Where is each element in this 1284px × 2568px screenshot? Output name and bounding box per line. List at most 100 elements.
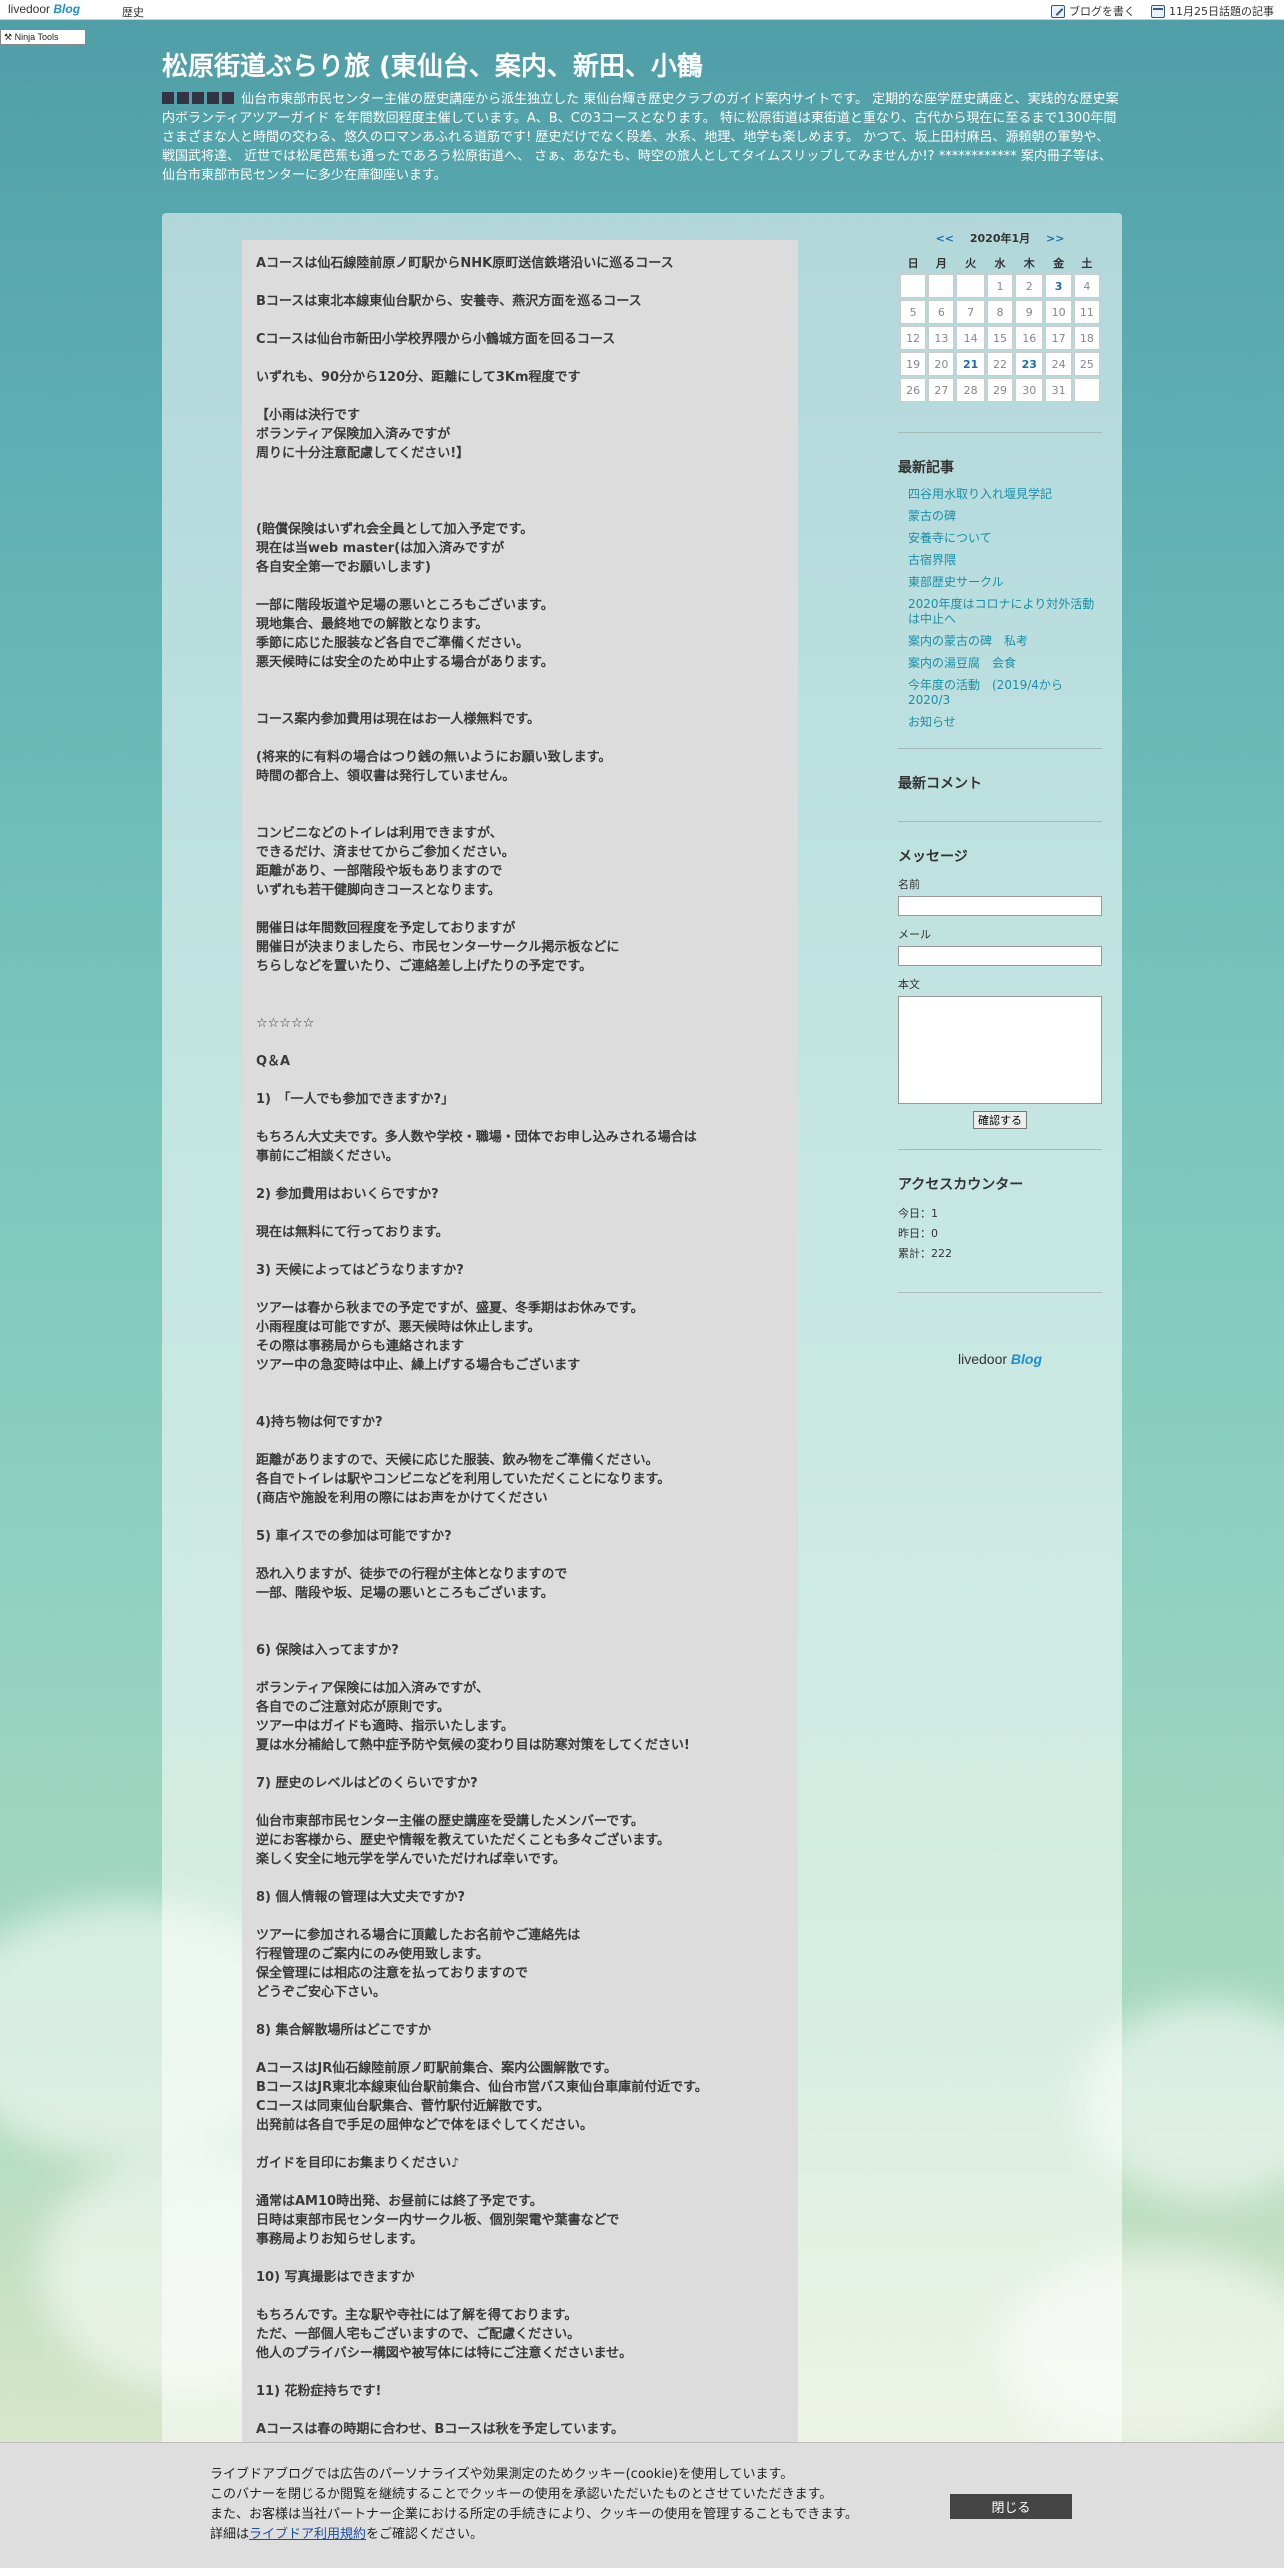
- calendar-day: 26: [900, 378, 927, 402]
- calendar-day: 8: [986, 300, 1014, 324]
- calendar-week: 26 27 28 29 30 31: [900, 378, 1100, 402]
- calendar-month: 2020年1月: [969, 232, 1031, 245]
- calendar-day[interactable]: 23: [1015, 352, 1044, 376]
- article-paragraph: [256, 463, 784, 482]
- article-paragraph: いずれも若干健脚向きコースとなります。: [256, 883, 501, 898]
- counter-yesterday: 昨日：0: [898, 1227, 938, 1240]
- recent-post-link[interactable]: 案内の蒙古の碑 私考: [908, 634, 1102, 649]
- cookie-close-button[interactable]: 閉じる: [950, 2494, 1072, 2519]
- article-paragraph: 悪天候時には安全のため中止する場合があります。: [256, 655, 554, 670]
- recent-post-link[interactable]: 古宿界隈: [908, 553, 1102, 568]
- calendar-day: 27: [928, 378, 955, 402]
- article-paragraph: [256, 387, 784, 406]
- article-paragraph: BコースはJR東北本線東仙台駅前集合、仙台市営バス東仙台車庫前付近です。: [256, 2080, 708, 2095]
- ninja-tools-badge[interactable]: ⚒ Ninja Tools: [0, 29, 86, 45]
- calendar-day: 30: [1015, 378, 1044, 402]
- calendar-weekday: 月: [935, 257, 947, 270]
- article-paragraph: 日時は東部市民センター内サークル板、個別架電や葉書などで: [256, 2213, 620, 2228]
- recent-post-link[interactable]: お知らせ: [908, 715, 1102, 730]
- blog-description: 仙台市東部市民センター主催の歴史講座から派生独立した 東仙台輝き歴史クラブのガイ…: [162, 90, 1122, 185]
- article-paragraph: [256, 1166, 784, 1185]
- article-paragraph: どうぞご安心下さい。: [256, 1985, 387, 2000]
- article-paragraph: 距離があり、一部階段や坂もありますので: [256, 864, 503, 879]
- article-paragraph: ボランティア保険加入済みですが: [256, 427, 451, 442]
- confirm-button[interactable]: 確認する: [973, 1111, 1027, 1129]
- calendar-day: 10: [1045, 300, 1072, 324]
- recent-post-link[interactable]: 2020年度はコロナにより対外活動は中止へ: [908, 597, 1102, 627]
- article-paragraph: いずれも、90分から120分、距離にして3Km程度です: [256, 370, 581, 385]
- article-paragraph: 楽しく安全に地元学を学んでいただければ幸いです。: [256, 1852, 566, 1867]
- calendar-day: 15: [986, 326, 1014, 350]
- trending-articles-link[interactable]: 11月25日話題の記事: [1151, 3, 1274, 19]
- logo-blog-text: Blog: [53, 2, 81, 16]
- article-paragraph: ツアー中はガイドも適時、指示いたします。: [256, 1719, 514, 1734]
- article-paragraph: [256, 2173, 784, 2192]
- cookie-line-suffix: をご確認ください。: [366, 2527, 484, 2542]
- message-body-field[interactable]: [898, 996, 1102, 1104]
- article-paragraph: [256, 349, 784, 368]
- email-field[interactable]: [898, 946, 1102, 966]
- article-paragraph: 開催日は年間数回程度を予定しておりますが: [256, 921, 516, 936]
- article-paragraph: Cコースは仙台市新田小学校界隈から小鶴城方面を回るコース: [256, 332, 616, 347]
- counter-today: 今日：1: [898, 1207, 938, 1220]
- article-paragraph: AコースはJR仙石線陸前原ノ町駅前集合、案内公園解散です。: [256, 2061, 617, 2076]
- recent-post-link[interactable]: 今年度の活動 (2019/4から2020/3: [908, 678, 1102, 708]
- article-paragraph: 仙台市東部市民センター主催の歴史講座を受講したメンバーです。: [256, 1814, 644, 1829]
- article-paragraph: [256, 1869, 784, 1888]
- calendar-weekday: 火: [965, 257, 977, 270]
- recent-post-link[interactable]: 東部歴史サークル: [908, 575, 1102, 590]
- article-paragraph: (将来的に有料の場合はつり銭の無いようにお願い致します。: [256, 750, 612, 765]
- emoji-icon: [177, 92, 189, 104]
- name-field[interactable]: [898, 896, 1102, 916]
- calendar-header: << 2020年1月 >>: [898, 230, 1102, 246]
- recent-post-link[interactable]: 蒙古の碑: [908, 509, 1102, 524]
- article-paragraph: ツアーは春から秋までの予定ですが、盛夏、冬季期はお休みです。: [256, 1301, 644, 1316]
- calendar-day[interactable]: 21: [956, 352, 985, 376]
- category-link[interactable]: 歴史: [122, 4, 144, 20]
- calendar-prev-button[interactable]: <<: [936, 232, 954, 245]
- article-paragraph: 5) 車イスでの参加は可能ですか?: [256, 1529, 452, 1544]
- article-paragraph: [256, 1280, 784, 1299]
- article-paragraph: [256, 1242, 784, 1261]
- article-paragraph: [256, 577, 784, 596]
- body-label: 本文: [898, 978, 920, 991]
- recent-posts-list: 四谷用水取り入れ堰見学記 蒙古の碑安養寺について 古宿界隈東部歴史サークル 2020年…: [898, 487, 1102, 730]
- terms-link[interactable]: ライブドア利用規約: [249, 2527, 366, 2542]
- livedoor-blog-logo[interactable]: livedoor Blog: [8, 2, 80, 16]
- calendar-weekday: 日: [907, 257, 919, 270]
- article-paragraph: [256, 900, 784, 919]
- article-paragraph: 4)持ち物は何ですか?: [256, 1415, 383, 1430]
- calendar-day: 7: [956, 300, 985, 324]
- cookie-line: このバナーを閉じるか閲覧を継続することでクッキーの使用を承認いただいたものとさせ…: [210, 2487, 833, 2502]
- article-paragraph: [256, 2401, 784, 2420]
- calendar-day[interactable]: 3: [1045, 274, 1072, 298]
- calendar-next-button[interactable]: >>: [1046, 232, 1064, 245]
- article-paragraph: 各自安全第一でお願いします): [256, 560, 431, 575]
- article-paragraph: [256, 729, 784, 748]
- sidebar-divider: [898, 1149, 1102, 1150]
- article-paragraph: (賠償保険はいずれ会全員として加入予定です。: [256, 522, 534, 537]
- write-blog-link[interactable]: ブログを書く: [1051, 3, 1135, 19]
- calendar-day: [956, 274, 985, 298]
- article-paragraph: 夏は水分補給して熱中症予防や気候の変わり目は防寒対策をしてください!: [256, 1738, 690, 1753]
- article-paragraph: コース案内参加費用は現在はお一人様無料です。: [256, 712, 541, 727]
- article: Aコースは仙石線陸前原ノ町駅からNHK原町送信鉄塔沿いに巡るコース Bコースは東北…: [242, 240, 798, 2568]
- sidebar-livedoor-logo[interactable]: livedoor Blog: [898, 1351, 1102, 1367]
- recent-post-link[interactable]: 案内の湯豆腐 会食: [908, 656, 1102, 671]
- article-paragraph: 各自でトイレは駅やコンビニなどを利用していただくことになります。: [256, 1472, 671, 1487]
- article-paragraph: 1) 「一人でも参加できますか?」: [256, 1092, 455, 1107]
- article-paragraph: Q＆A: [256, 1054, 291, 1069]
- calendar-day: 9: [1015, 300, 1044, 324]
- article-paragraph: ただ、一部個人宅もございますので、ご配慮ください。: [256, 2327, 581, 2342]
- article-paragraph: (商店や施設を利用の際にはお声をかけてください: [256, 1491, 548, 1506]
- blog-title[interactable]: 松原街道ぶらり旅 (東仙台、案内、新田、小鶴: [162, 46, 703, 83]
- calendar-day: [1073, 378, 1100, 402]
- calendar-day: 29: [986, 378, 1014, 402]
- recent-post-link[interactable]: 安養寺について: [908, 531, 1102, 546]
- article-paragraph: 周りに十分注意配慮してください!】: [256, 446, 470, 461]
- article-paragraph: [256, 805, 784, 824]
- article-paragraph: 各自でのご注意対応が原則です。: [256, 1700, 450, 1715]
- recent-post-link[interactable]: 四谷用水取り入れ堰見学記: [908, 487, 1102, 502]
- cookie-line: ライブドアブログでは広告のパーソナライズや効果測定のためクッキー(cookie)…: [210, 2467, 794, 2482]
- cookie-line: また、お客様は当社パートナー企業における所定の手続きにより、クッキーの使用を管理…: [210, 2507, 858, 2522]
